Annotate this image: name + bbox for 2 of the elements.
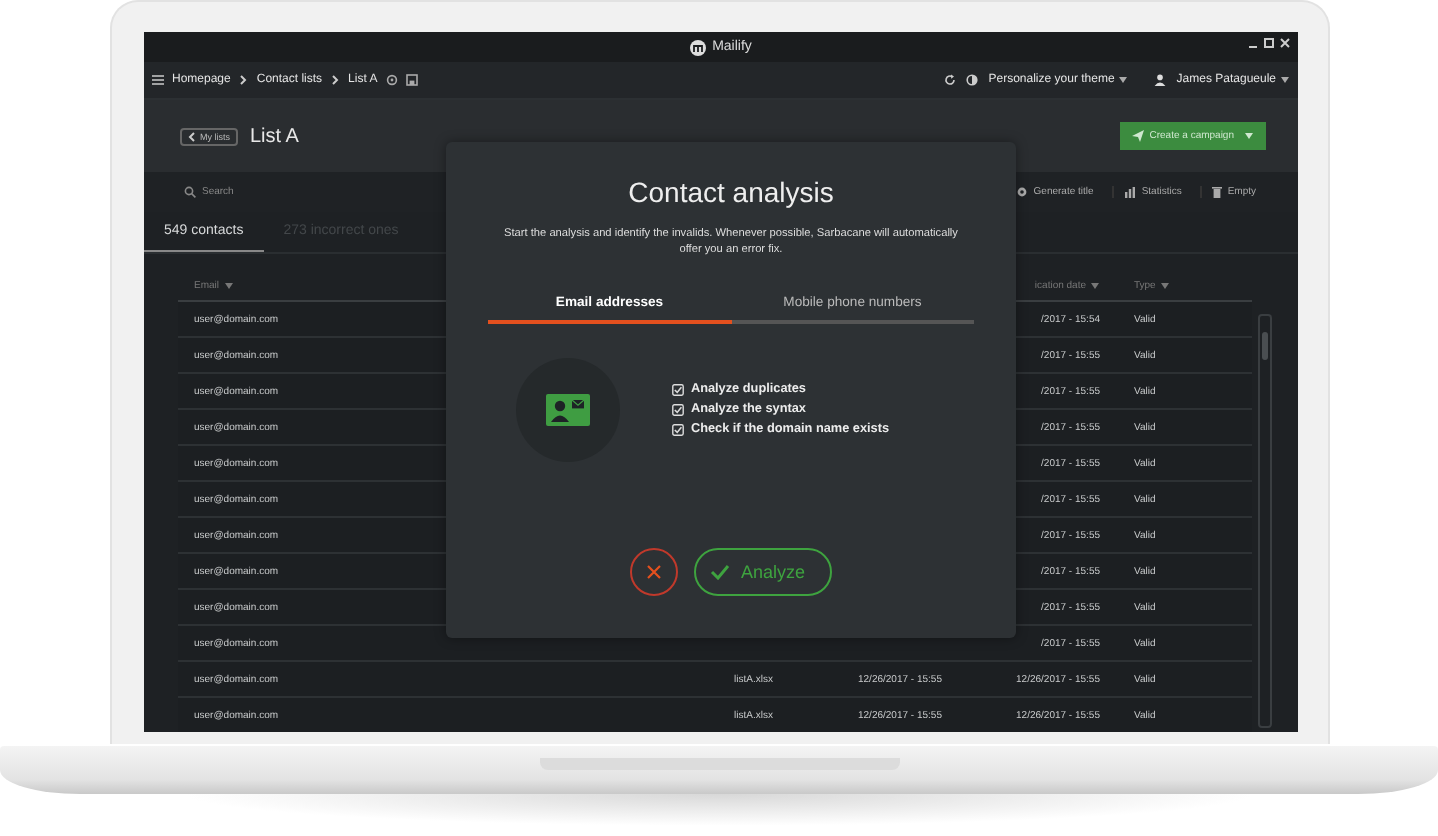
dialog-title: Contact analysis <box>628 176 834 208</box>
page-title: List A <box>250 125 299 147</box>
